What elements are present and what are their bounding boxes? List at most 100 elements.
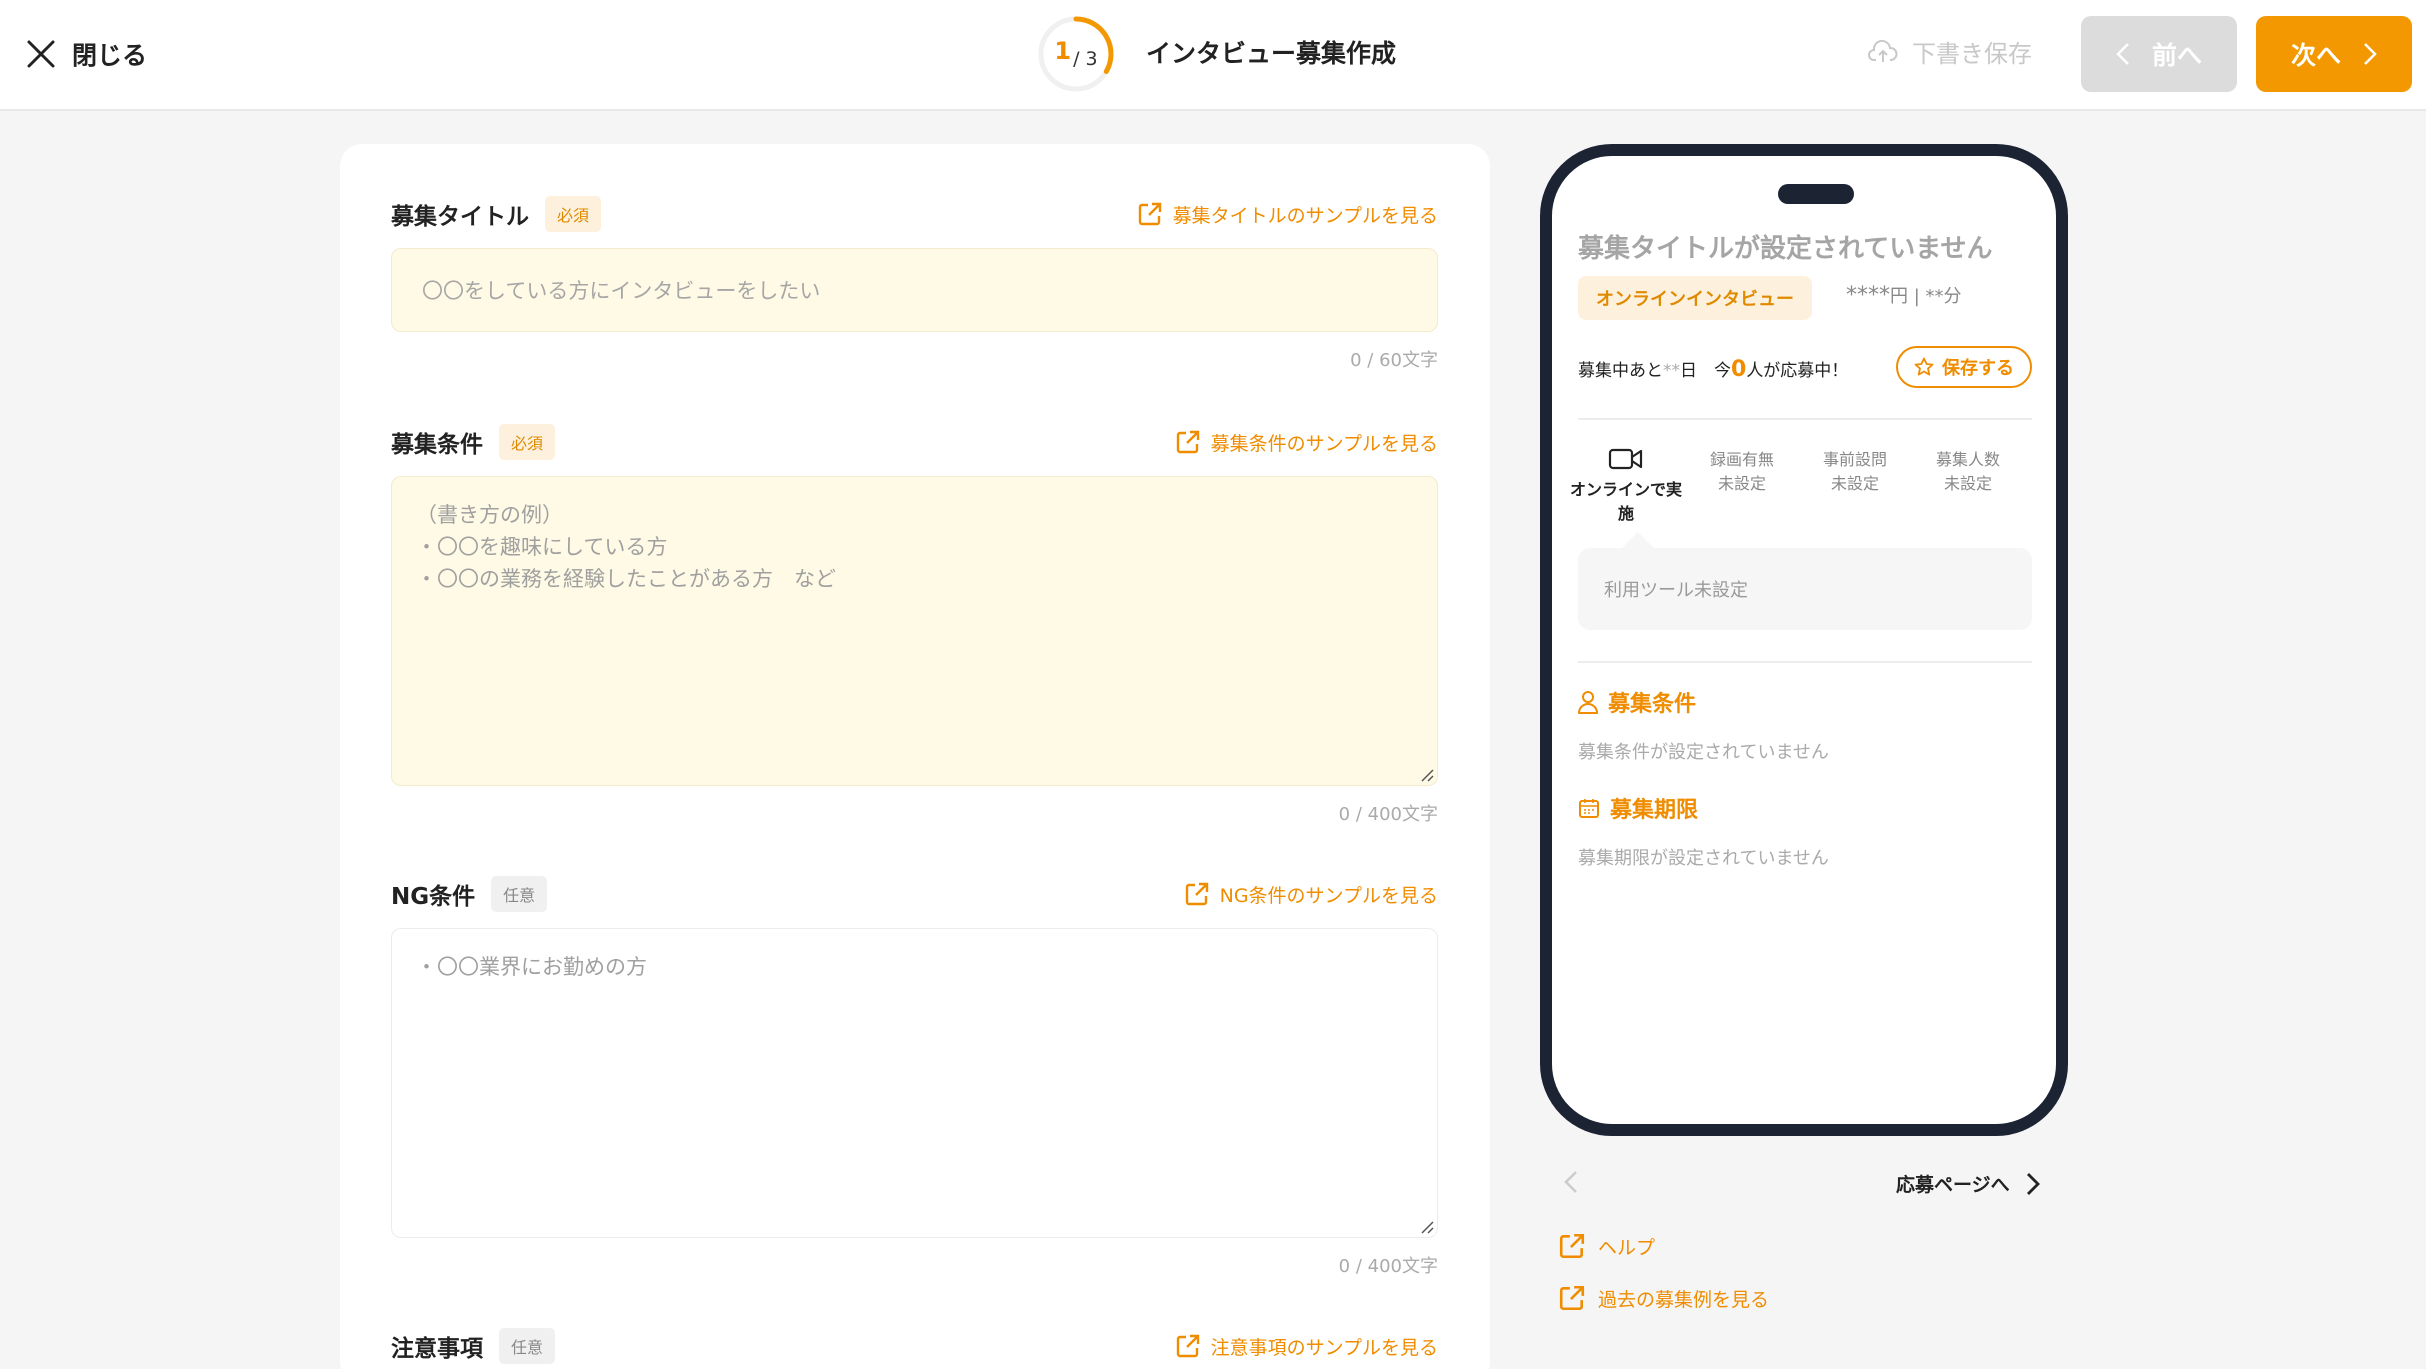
chevron-right-icon bbox=[2364, 43, 2377, 65]
tooltip-caret bbox=[1622, 532, 1654, 548]
optional-badge: 任意 bbox=[499, 1328, 556, 1364]
calendar-icon bbox=[1579, 799, 1599, 818]
info-headcount-title: 募集人数 bbox=[1935, 450, 2000, 469]
step-total: / 3 bbox=[1073, 48, 1098, 70]
external-link-icon bbox=[1138, 202, 1161, 226]
interview-type-tag: オンラインインタビュー bbox=[1578, 276, 1812, 320]
placeholder-line: ・〇〇業界にお勤めの方 bbox=[416, 955, 647, 979]
status-prefix: 募集中あと bbox=[1578, 361, 1663, 381]
external-link-icon bbox=[1176, 430, 1199, 454]
ng-textarea[interactable]: ・〇〇業界にお勤めの方 bbox=[391, 928, 1438, 1238]
conditions-empty-text: 募集条件が設定されていません bbox=[1578, 742, 1829, 763]
divider bbox=[1578, 661, 2032, 663]
cloud-upload-icon bbox=[1868, 39, 1898, 62]
prev-button[interactable]: 前へ bbox=[2081, 16, 2237, 92]
info-online-label: オンラインで実施 bbox=[1569, 480, 1682, 523]
save-draft-label: 下書き保存 bbox=[1912, 40, 2032, 68]
help-link-label: ヘルプ bbox=[1598, 1236, 1656, 1259]
title-field-label: 募集タイトル bbox=[391, 204, 529, 230]
conditions-field: 募集条件 必須 募集条件のサンプルを見る （書き方の例） ・〇〇を趣味にしている… bbox=[391, 422, 1438, 826]
ng-field: NG条件 任意 NG条件のサンプルを見る ・〇〇業界にお勤めの方 0 / 400… bbox=[391, 874, 1438, 1278]
period-heading-label: 募集期限 bbox=[1610, 798, 1699, 823]
required-badge: 必須 bbox=[545, 196, 602, 232]
status-days: ** bbox=[1663, 361, 1680, 381]
placeholder-line: （書き方の例） bbox=[416, 503, 563, 527]
notes-sample-link[interactable]: 注意事項のサンプルを見る bbox=[1175, 1333, 1438, 1360]
past-examples-link[interactable]: 過去の募集例を見る bbox=[1558, 1284, 1769, 1312]
step-current: 1 bbox=[1054, 37, 1072, 65]
conditions-sample-link[interactable]: 募集条件のサンプルを見る bbox=[1175, 429, 1438, 456]
info-online: オンラインで実施 bbox=[1566, 446, 1686, 526]
to-apply-page-label: 応募ページへ bbox=[1896, 1174, 2010, 1196]
title-field: 募集タイトル 必須 募集タイトルのサンプルを見る 〇〇をしている方にインタビュー… bbox=[391, 194, 1438, 372]
page-title: インタビュー募集作成 bbox=[1146, 39, 1397, 68]
notes-field: 注意事項 任意 注意事項のサンプルを見る bbox=[391, 1326, 1438, 1366]
external-link-icon bbox=[1559, 1233, 1585, 1259]
title-char-count: 0 / 60文字 bbox=[1350, 350, 1438, 371]
person-icon bbox=[1578, 691, 1598, 714]
info-recording: 録画有無 未設定 bbox=[1702, 448, 1782, 496]
conditions-textarea[interactable]: （書き方の例） ・〇〇を趣味にしている方 ・〇〇の業務を経験したことがある方 な… bbox=[391, 476, 1438, 786]
to-apply-page-button[interactable]: 応募ページへ bbox=[1896, 1170, 2040, 1197]
conditions-field-label: 募集条件 bbox=[391, 432, 483, 458]
ng-char-count: 0 / 400文字 bbox=[1338, 1256, 1438, 1277]
optional-badge: 任意 bbox=[491, 876, 548, 912]
preview-title: 募集タイトルが設定されていません bbox=[1578, 234, 1993, 264]
step-progress-indicator: 1 / 3 bbox=[1036, 14, 1116, 94]
next-button[interactable]: 次へ bbox=[2256, 16, 2412, 92]
star-icon bbox=[1914, 357, 1934, 376]
status-day-unit: 日 今 bbox=[1680, 361, 1731, 381]
save-favorite-button[interactable]: 保存する bbox=[1896, 346, 2032, 388]
title-sample-link[interactable]: 募集タイトルのサンプルを見る bbox=[1137, 201, 1438, 228]
conditions-heading-label: 募集条件 bbox=[1608, 692, 1697, 717]
external-link-icon bbox=[1176, 1334, 1199, 1358]
chevron-left-icon bbox=[2116, 43, 2129, 65]
required-badge: 必須 bbox=[499, 424, 556, 460]
close-label: 閉じる bbox=[72, 41, 148, 70]
video-camera-icon bbox=[1608, 448, 1643, 470]
conditions-char-count: 0 / 400文字 bbox=[1338, 804, 1438, 825]
preview-fee: ****円 | **分 bbox=[1846, 282, 1962, 308]
ng-field-label: NG条件 bbox=[391, 884, 476, 910]
divider bbox=[1578, 418, 2032, 420]
close-icon bbox=[27, 40, 55, 68]
title-sample-link-label: 募集タイトルのサンプルを見る bbox=[1172, 204, 1438, 227]
info-recording-value: 未設定 bbox=[1717, 474, 1766, 493]
save-favorite-label: 保存する bbox=[1942, 358, 2014, 379]
close-button[interactable]: 閉じる bbox=[26, 30, 147, 78]
info-headcount-value: 未設定 bbox=[1943, 474, 1992, 493]
applicant-count: 0 bbox=[1731, 357, 1747, 382]
prev-label: 前へ bbox=[2151, 41, 2202, 70]
notes-field-label: 注意事項 bbox=[391, 1336, 483, 1362]
resize-grip-icon[interactable] bbox=[1418, 766, 1434, 782]
fee-unit: 円 | **分 bbox=[1890, 286, 1962, 307]
info-questions-value: 未設定 bbox=[1830, 474, 1879, 493]
top-bar: 閉じる 1 / 3 インタビュー募集作成 下書き保存 前へ 次へ bbox=[0, 0, 2426, 111]
phone-preview: 募集タイトルが設定されていません オンラインインタビュー ****円 | **分… bbox=[1540, 144, 2068, 1136]
conditions-section-heading: 募集条件 bbox=[1578, 686, 1696, 718]
status-suffix: 人が応募中！ bbox=[1746, 361, 1849, 381]
conditions-sample-link-label: 募集条件のサンプルを見る bbox=[1210, 432, 1438, 455]
form-card: 募集タイトル 必須 募集タイトルのサンプルを見る 〇〇をしている方にインタビュー… bbox=[340, 144, 1490, 1369]
ng-sample-link[interactable]: NG条件のサンプルを見る bbox=[1184, 881, 1438, 908]
preview-prev-button[interactable] bbox=[1564, 1170, 1578, 1198]
save-draft-button[interactable]: 下書き保存 bbox=[1868, 34, 2032, 69]
next-label: 次へ bbox=[2290, 41, 2341, 70]
past-examples-link-label: 過去の募集例を見る bbox=[1598, 1288, 1770, 1311]
info-recording-title: 録画有無 bbox=[1709, 450, 1774, 469]
tool-info-box: 利用ツール未設定 bbox=[1578, 548, 2032, 630]
recruit-status: 募集中あと**日 今0人が応募中！ bbox=[1578, 356, 1848, 382]
period-empty-text: 募集期限が設定されていません bbox=[1578, 848, 1829, 869]
title-input[interactable]: 〇〇をしている方にインタビューをしたい bbox=[391, 248, 1438, 332]
external-link-icon bbox=[1559, 1285, 1585, 1311]
resize-grip-icon[interactable] bbox=[1418, 1218, 1434, 1234]
info-questions-title: 事前設問 bbox=[1822, 450, 1887, 469]
chevron-right-icon bbox=[2026, 1172, 2040, 1195]
help-link[interactable]: ヘルプ bbox=[1558, 1232, 1655, 1260]
chevron-left-icon bbox=[1564, 1171, 1577, 1193]
ng-sample-link-label: NG条件のサンプルを見る bbox=[1219, 884, 1438, 907]
placeholder-line: ・〇〇を趣味にしている方 bbox=[416, 535, 668, 559]
phone-notch bbox=[1778, 184, 1854, 204]
info-questions: 事前設問 未設定 bbox=[1815, 448, 1895, 496]
notes-sample-link-label: 注意事項のサンプルを見る bbox=[1210, 1336, 1438, 1359]
